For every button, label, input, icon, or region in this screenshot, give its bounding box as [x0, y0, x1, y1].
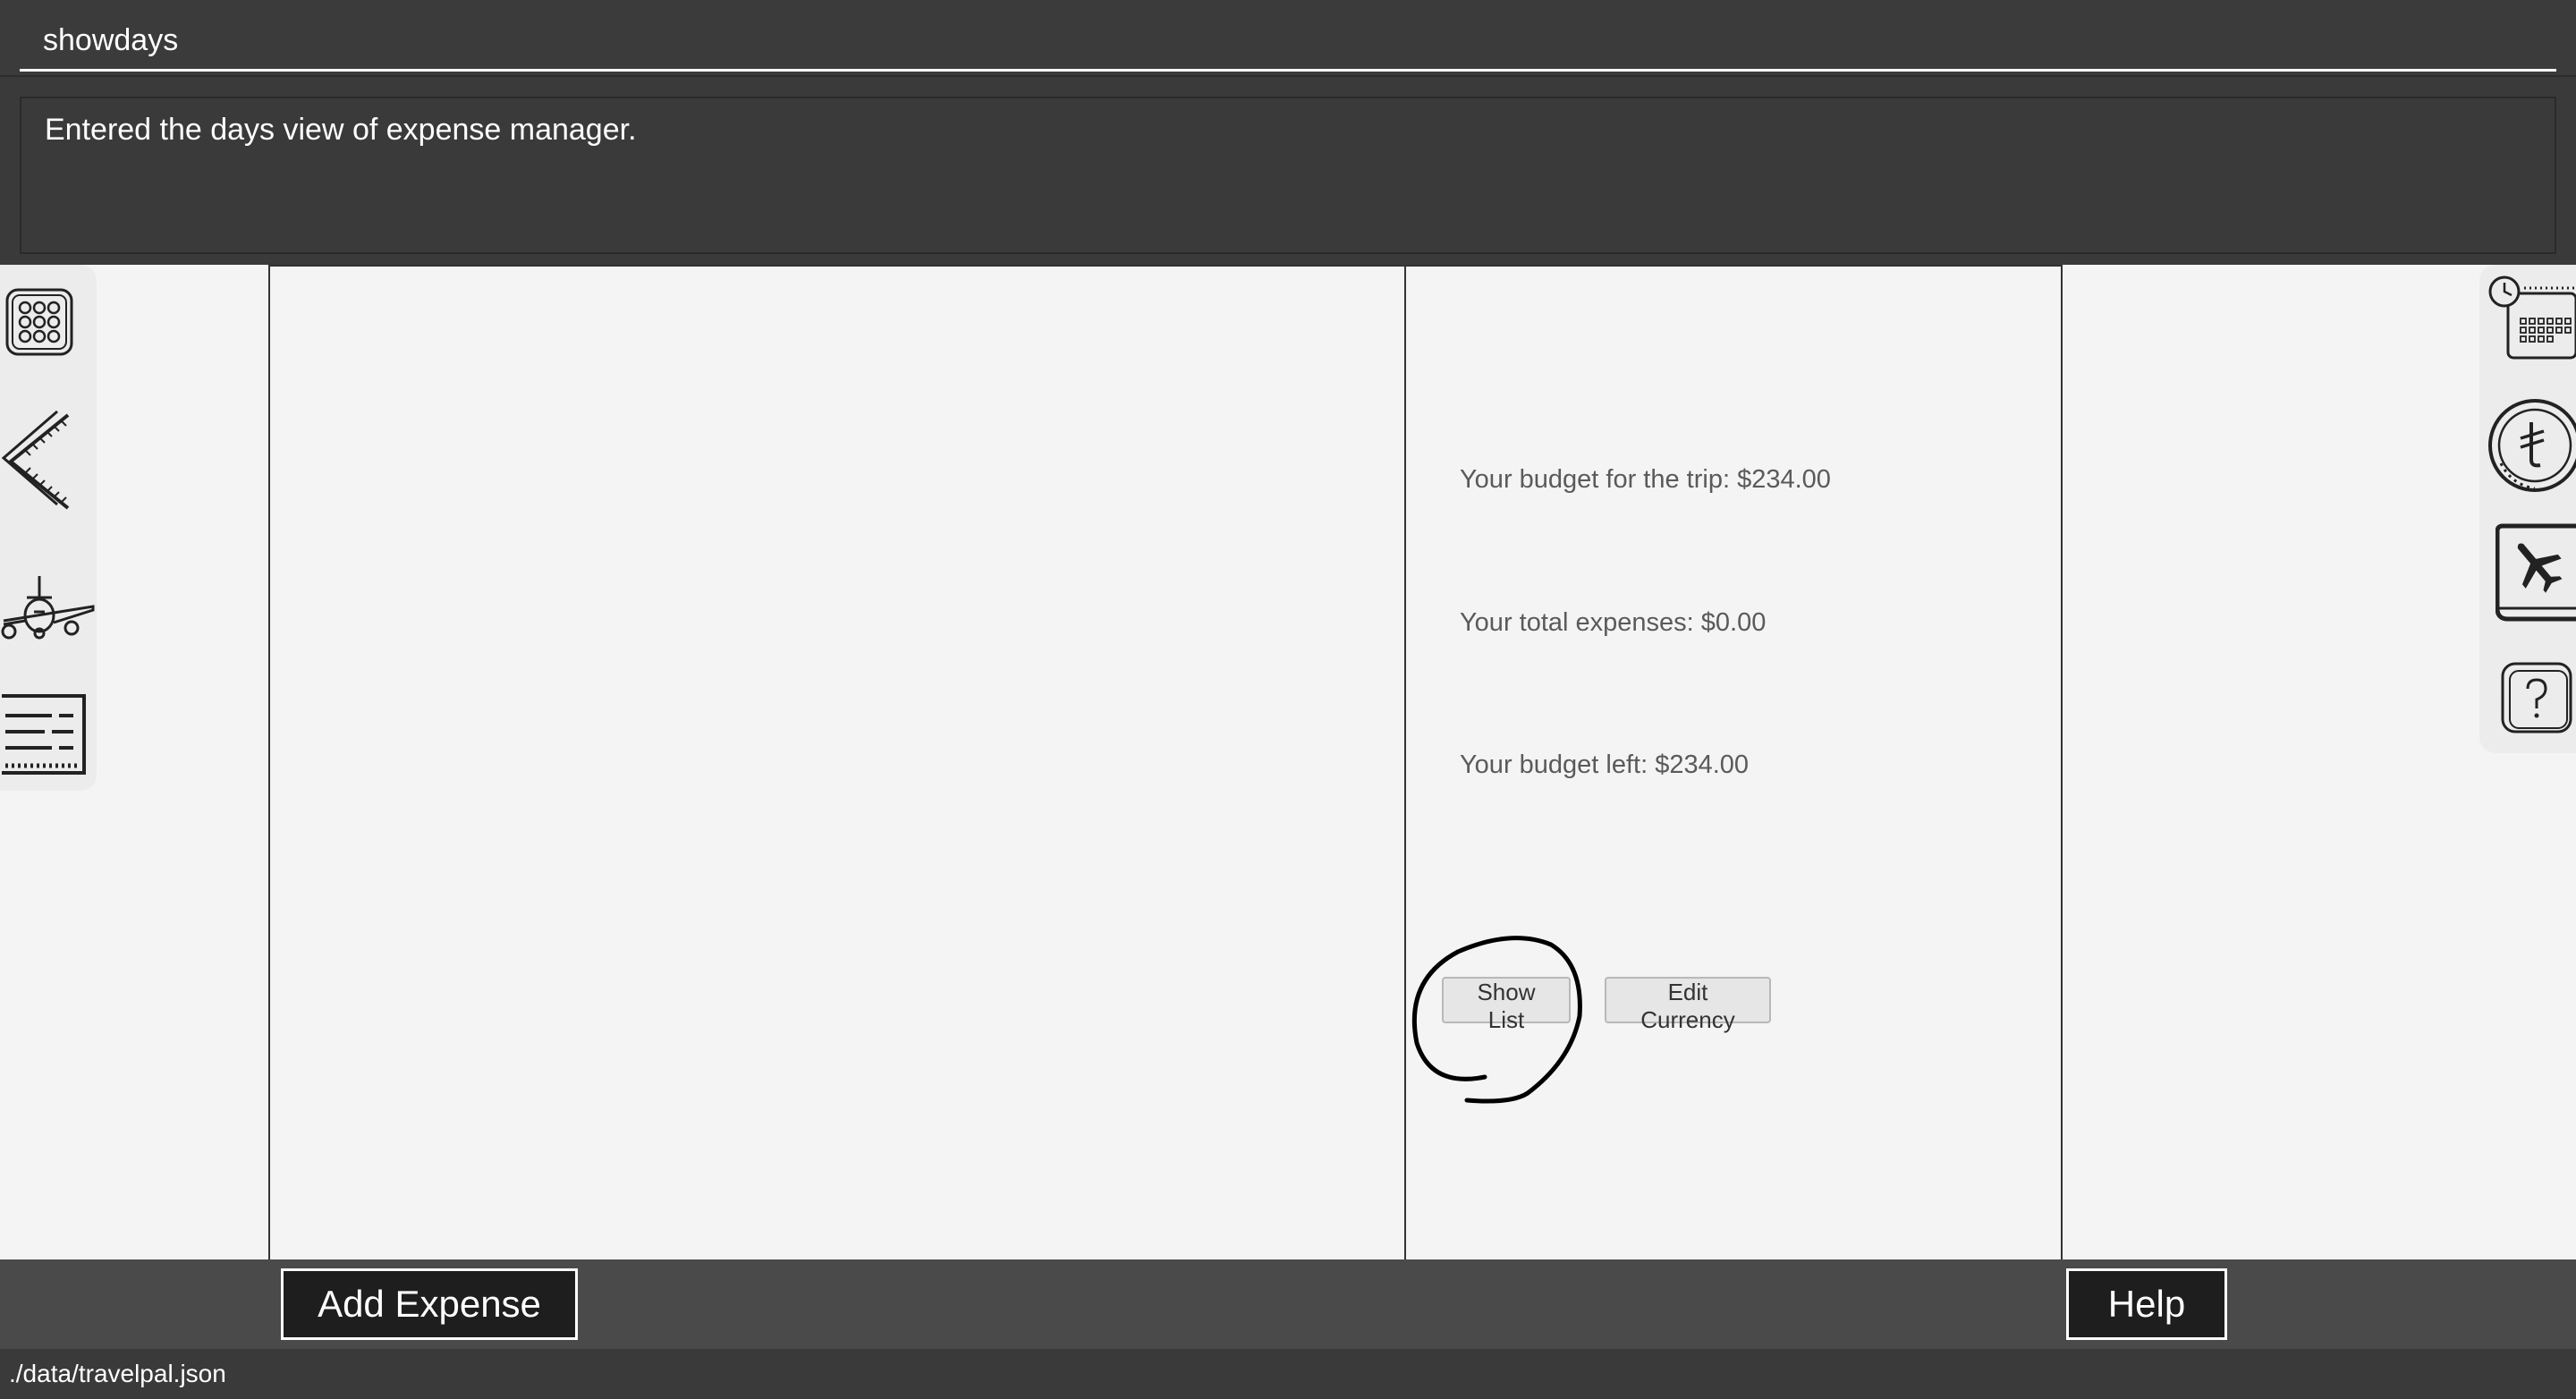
calendar-clock-icon[interactable]	[2488, 276, 2576, 360]
command-bar	[0, 0, 2576, 77]
main-area: Your budget for the trip: $234.00 Your t…	[0, 265, 2576, 1259]
right-sidebar	[2479, 265, 2576, 753]
left-sidebar	[0, 265, 97, 791]
add-expense-button[interactable]: Add Expense	[281, 1268, 578, 1340]
expense-list-panel	[268, 265, 1404, 1259]
help-button[interactable]: Help	[2066, 1268, 2227, 1340]
result-message: Entered the days view of expense manager…	[45, 113, 637, 147]
command-input[interactable]	[20, 13, 2556, 72]
result-display: Entered the days view of expense manager…	[20, 97, 2556, 254]
ticket-list-icon[interactable]	[0, 692, 88, 776]
app-grid-icon[interactable]	[4, 286, 75, 358]
budget-left-label: Your budget left: $234.00	[1460, 750, 1750, 779]
total-expenses-label: Your total expenses: $0.00	[1460, 608, 1767, 637]
show-list-button[interactable]: Show List	[1442, 977, 1571, 1033]
travel-book-icon[interactable]	[2495, 522, 2576, 623]
back-arrow-icon[interactable]	[1, 408, 75, 515]
file-path: ./data/travelpal.json	[9, 1360, 226, 1387]
currency-coin-icon[interactable]	[2485, 395, 2576, 494]
status-bar: ./data/travelpal.json	[0, 1349, 2576, 1399]
edit-currency-button[interactable]: Edit Currency	[1605, 977, 1771, 1033]
help-question-icon[interactable]	[2501, 662, 2572, 733]
budget-summary-panel: Your budget for the trip: $234.00 Your t…	[1404, 265, 2063, 1259]
bottom-bar: Add Expense Help	[0, 1259, 2576, 1349]
budget-label: Your budget for the trip: $234.00	[1460, 465, 1831, 494]
airplane-icon[interactable]	[0, 572, 97, 642]
